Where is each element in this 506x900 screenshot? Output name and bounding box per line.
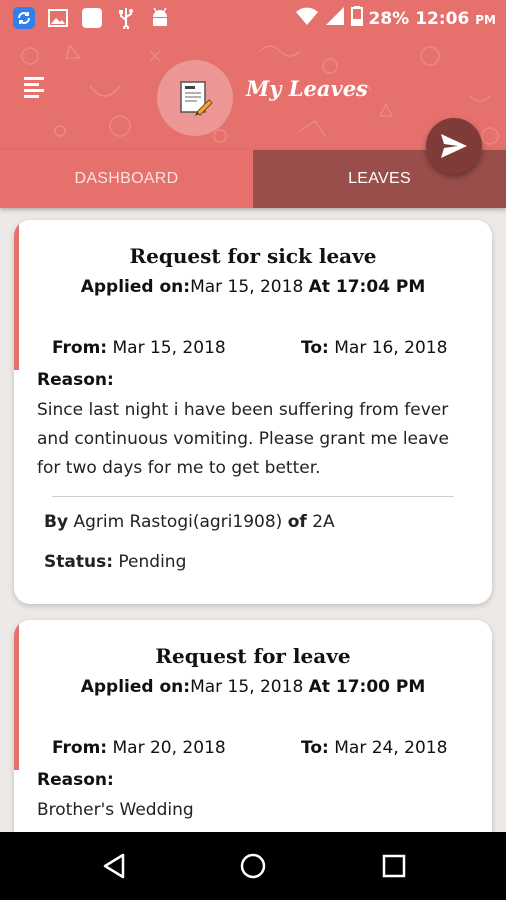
leave-card[interactable]: Request for leave Applied on:Mar 15, 201… xyxy=(14,620,492,832)
from-date: From: Mar 15, 2018 xyxy=(52,338,226,358)
reason-label: Reason: xyxy=(37,770,114,790)
signal-icon xyxy=(325,6,345,31)
square-notification-icon xyxy=(80,6,104,30)
back-icon xyxy=(103,853,125,879)
reason-label: Reason: xyxy=(37,370,114,390)
leave-title: Request for leave xyxy=(155,644,351,668)
back-button[interactable] xyxy=(99,851,129,881)
applied-on: Applied on:Mar 15, 2018 At 17:04 PM xyxy=(80,277,426,297)
send-icon xyxy=(441,134,467,158)
battery-icon xyxy=(350,6,363,31)
home-icon xyxy=(240,853,266,879)
page-title: My Leaves xyxy=(246,76,368,101)
divider xyxy=(52,496,454,497)
from-date: From: Mar 20, 2018 xyxy=(52,738,226,758)
image-icon xyxy=(46,6,70,30)
clock: 12:06 PM xyxy=(415,8,496,29)
sync-icon xyxy=(12,6,36,30)
leave-form-icon xyxy=(157,60,233,136)
status-value: Pending xyxy=(118,552,187,572)
recents-button[interactable] xyxy=(379,851,409,881)
usb-icon xyxy=(114,6,138,30)
to-date: To: Mar 24, 2018 xyxy=(301,738,448,758)
status-bar: 28% 12:06 PM xyxy=(0,0,506,36)
tab-dashboard[interactable]: DASHBOARD xyxy=(0,150,253,208)
to-date: To: Mar 16, 2018 xyxy=(301,338,448,358)
reason-text: Since last night i have been suffering f… xyxy=(37,400,449,478)
menu-button[interactable] xyxy=(22,74,48,100)
home-button[interactable] xyxy=(238,851,268,881)
send-leave-request-button[interactable] xyxy=(426,118,482,174)
android-icon xyxy=(148,6,172,30)
system-nav-bar xyxy=(0,832,506,900)
wifi-icon xyxy=(295,6,319,31)
leave-card[interactable]: Request for sick leave Applied on:Mar 15… xyxy=(14,220,492,604)
menu-icon xyxy=(24,77,44,98)
reason-text: Brother's Wedding xyxy=(37,800,194,820)
leave-status: Status: Pending xyxy=(44,552,187,572)
applied-on: Applied on:Mar 15, 2018 At 17:00 PM xyxy=(80,677,426,697)
requested-by: By Agrim Rastogi(agri1908) of 2A xyxy=(44,512,335,532)
leave-title: Request for sick leave xyxy=(129,244,377,268)
leaves-list[interactable]: Request for sick leave Applied on:Mar 15… xyxy=(0,208,506,832)
battery-percent: 28% xyxy=(368,8,410,29)
recents-icon xyxy=(382,854,406,878)
